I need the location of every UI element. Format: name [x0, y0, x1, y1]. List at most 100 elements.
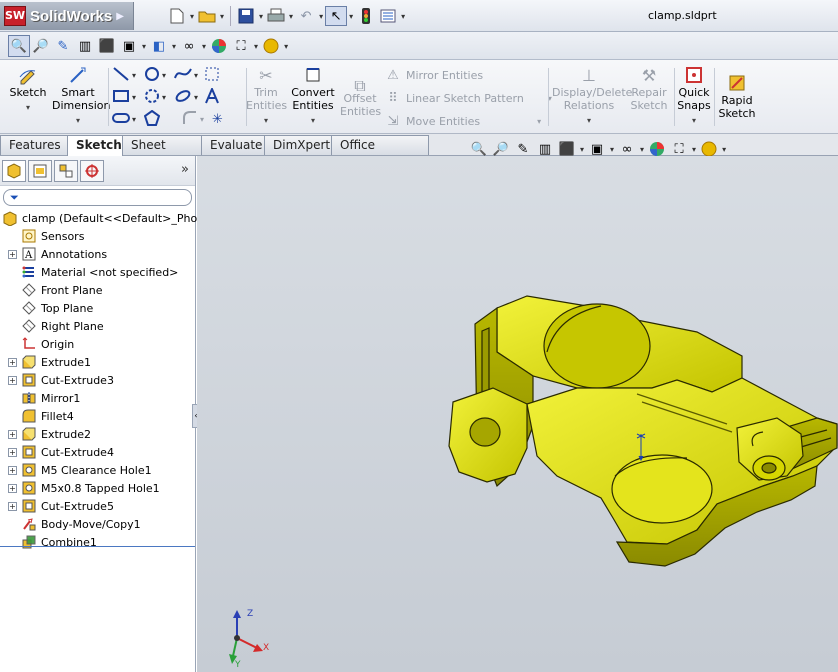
chevron-down-icon[interactable]: ▾ — [284, 42, 288, 51]
chevron-down-icon[interactable]: ▾ — [349, 12, 353, 21]
chevron-down-icon[interactable]: ▾ — [640, 145, 644, 154]
tree-item-fillet4[interactable]: Fillet4 — [0, 407, 195, 425]
tab-evaluate[interactable]: Evaluate — [201, 135, 265, 155]
expand-icon[interactable]: + — [8, 375, 17, 385]
tab-sketch[interactable]: Sketch — [67, 135, 123, 156]
tree-item-extrude1[interactable]: + Extrude1 — [0, 353, 195, 371]
tree-root-part[interactable]: clamp (Default<<Default>_PhotoV — [0, 209, 216, 227]
chevron-down-icon[interactable]: ▾ — [610, 145, 614, 154]
tree-item-m5x0-8-tapped-hole1[interactable]: + M5x0.8 Tapped Hole1 — [0, 479, 195, 497]
dimxpert-manager-tab-icon[interactable] — [80, 159, 104, 182]
graphics-area[interactable]: Z X Y — [197, 156, 838, 672]
chevron-down-icon[interactable]: ▾ — [254, 42, 258, 51]
expand-icon[interactable]: + — [8, 465, 17, 475]
chevron-down-icon[interactable]: ▾ — [259, 12, 263, 21]
edit-appearance-icon[interactable] — [208, 35, 230, 57]
chevron-down-icon[interactable]: ▾ — [162, 93, 166, 102]
tree-item-front-plane[interactable]: Front Plane — [0, 281, 195, 299]
undo-icon[interactable]: ↶ — [295, 6, 317, 26]
zoom-to-fit-icon[interactable]: 🔍 — [8, 35, 30, 57]
chevron-down-icon[interactable]: ▾ — [580, 145, 584, 154]
tab-features[interactable]: Features — [0, 135, 68, 155]
rectangle-icon[interactable] — [112, 88, 130, 107]
offset-entities-button[interactable]: ⧉ Offset Entities — [340, 77, 381, 118]
polygon-icon[interactable] — [143, 109, 161, 129]
move-entities-button[interactable]: ⇲ Move Entities ▾ — [384, 111, 543, 131]
tree-item-cut-extrude5[interactable]: + Cut-Extrude5 — [0, 497, 195, 515]
chevron-down-icon[interactable]: ▾ — [172, 42, 176, 51]
tree-item-combine1[interactable]: Combine1 — [0, 533, 195, 551]
chevron-down-icon[interactable]: ▾ — [202, 42, 206, 51]
mirror-entities-button[interactable]: ⚠ Mirror Entities — [384, 65, 483, 85]
rapid-sketch-button[interactable]: Rapid Sketch — [716, 72, 758, 120]
tree-item-cut-extrude3[interactable]: + Cut-Extrude3 — [0, 371, 195, 389]
previous-view-icon[interactable]: ✎ — [52, 35, 74, 57]
repair-sketch-button[interactable]: ⚒ Repair Sketch — [628, 64, 670, 112]
chevron-down-icon[interactable]: ▾ — [319, 12, 323, 21]
tree-item-m5-clearance-hole1[interactable]: + M5 Clearance Hole1 — [0, 461, 195, 479]
glasses-icon[interactable]: ∞ — [178, 35, 200, 57]
chevron-down-icon[interactable]: ▾ — [162, 71, 166, 80]
feature-tree-filter[interactable]: ⏷ — [3, 189, 192, 206]
tab-office-products[interactable]: Office Products — [331, 135, 429, 170]
tree-item-annotations[interactable]: + A Annotations — [0, 245, 195, 263]
circle-icon[interactable] — [144, 66, 160, 85]
new-file-icon[interactable] — [166, 6, 188, 26]
expand-icon[interactable]: + — [8, 429, 17, 439]
rollback-bar[interactable] — [0, 546, 195, 547]
chevron-down-icon[interactable]: ▾ — [692, 145, 696, 154]
plane-sketch-icon[interactable]: ✳ — [212, 112, 223, 127]
section-view-icon[interactable]: ▥ — [74, 35, 96, 57]
save-icon[interactable] — [235, 6, 257, 26]
expand-icon[interactable]: + — [8, 249, 17, 259]
chevron-down-icon[interactable]: ▾ — [132, 115, 136, 124]
tree-item-mirror1[interactable]: Mirror1 — [0, 389, 195, 407]
tree-item-body-move-copy1[interactable]: Body-Move/Copy1 — [0, 515, 195, 533]
collapse-panel-icon[interactable]: » — [181, 162, 189, 177]
tree-item-cut-extrude4[interactable]: + Cut-Extrude4 — [0, 443, 195, 461]
tree-item-right-plane[interactable]: Right Plane — [0, 317, 195, 335]
chevron-down-icon[interactable]: ▾ — [401, 12, 405, 21]
chevron-down-icon[interactable]: ▾ — [722, 145, 726, 154]
chevron-down-icon[interactable]: ▾ — [220, 12, 224, 21]
chevron-down-icon[interactable]: ▾ — [194, 71, 198, 80]
zoom-to-area-icon[interactable]: 🔎 — [30, 35, 52, 57]
display-style-icon[interactable]: ▣ — [118, 35, 140, 57]
tab-sheet-metal[interactable]: Sheet Metal — [122, 135, 202, 170]
expand-icon[interactable]: + — [8, 357, 17, 367]
fillet-sketch-icon[interactable] — [182, 110, 198, 129]
tree-item-material-not-specified[interactable]: Material <not specified> — [0, 263, 195, 281]
expand-icon[interactable]: + — [8, 483, 17, 493]
line-icon[interactable] — [112, 66, 130, 85]
text-icon[interactable] — [204, 86, 220, 107]
options-icon[interactable] — [377, 6, 399, 26]
expand-icon[interactable]: + — [8, 447, 17, 457]
spline-icon[interactable] — [174, 66, 192, 85]
open-file-icon[interactable] — [196, 6, 218, 26]
chevron-down-icon[interactable]: ▾ — [132, 71, 136, 80]
property-manager-tab-icon[interactable] — [28, 159, 52, 182]
select-icon[interactable]: ↖ — [325, 6, 348, 26]
configuration-manager-tab-icon[interactable] — [54, 159, 78, 182]
chevron-down-icon[interactable]: ▾ — [132, 93, 136, 102]
tree-item-top-plane[interactable]: Top Plane — [0, 299, 195, 317]
solidworks-menu[interactable]: SW SolidWorks ▶ — [0, 2, 134, 30]
tree-item-sensors[interactable]: Sensors — [0, 227, 195, 245]
display-delete-relations-button[interactable]: ⊥ Display/Delete Relations ▾ — [552, 64, 632, 127]
scene-icon[interactable]: ⛶ — [230, 35, 252, 57]
realview-icon[interactable] — [260, 35, 282, 57]
trim-entities-button[interactable]: ✂ Trim Entities ▾ — [246, 64, 287, 127]
hide-show-items-icon[interactable]: ◧ — [148, 35, 170, 57]
chevron-down-icon[interactable]: ▾ — [194, 93, 198, 102]
print-icon[interactable] — [265, 6, 287, 26]
arc-icon[interactable] — [144, 88, 160, 107]
view-orientation-icon[interactable]: ⬛ — [96, 35, 118, 57]
chevron-down-icon[interactable]: ▾ — [200, 115, 204, 124]
chevron-down-icon[interactable]: ▾ — [190, 12, 194, 21]
ellipse-icon[interactable] — [174, 88, 192, 107]
slot-icon[interactable] — [112, 111, 130, 128]
linear-sketch-pattern-button[interactable]: ⠿ Linear Sketch Pattern ▾ — [384, 88, 554, 108]
chevron-down-icon[interactable]: ▾ — [289, 12, 293, 21]
rebuild-icon[interactable] — [355, 6, 377, 26]
quick-snaps-button[interactable]: Quick Snaps ▾ — [676, 64, 712, 127]
